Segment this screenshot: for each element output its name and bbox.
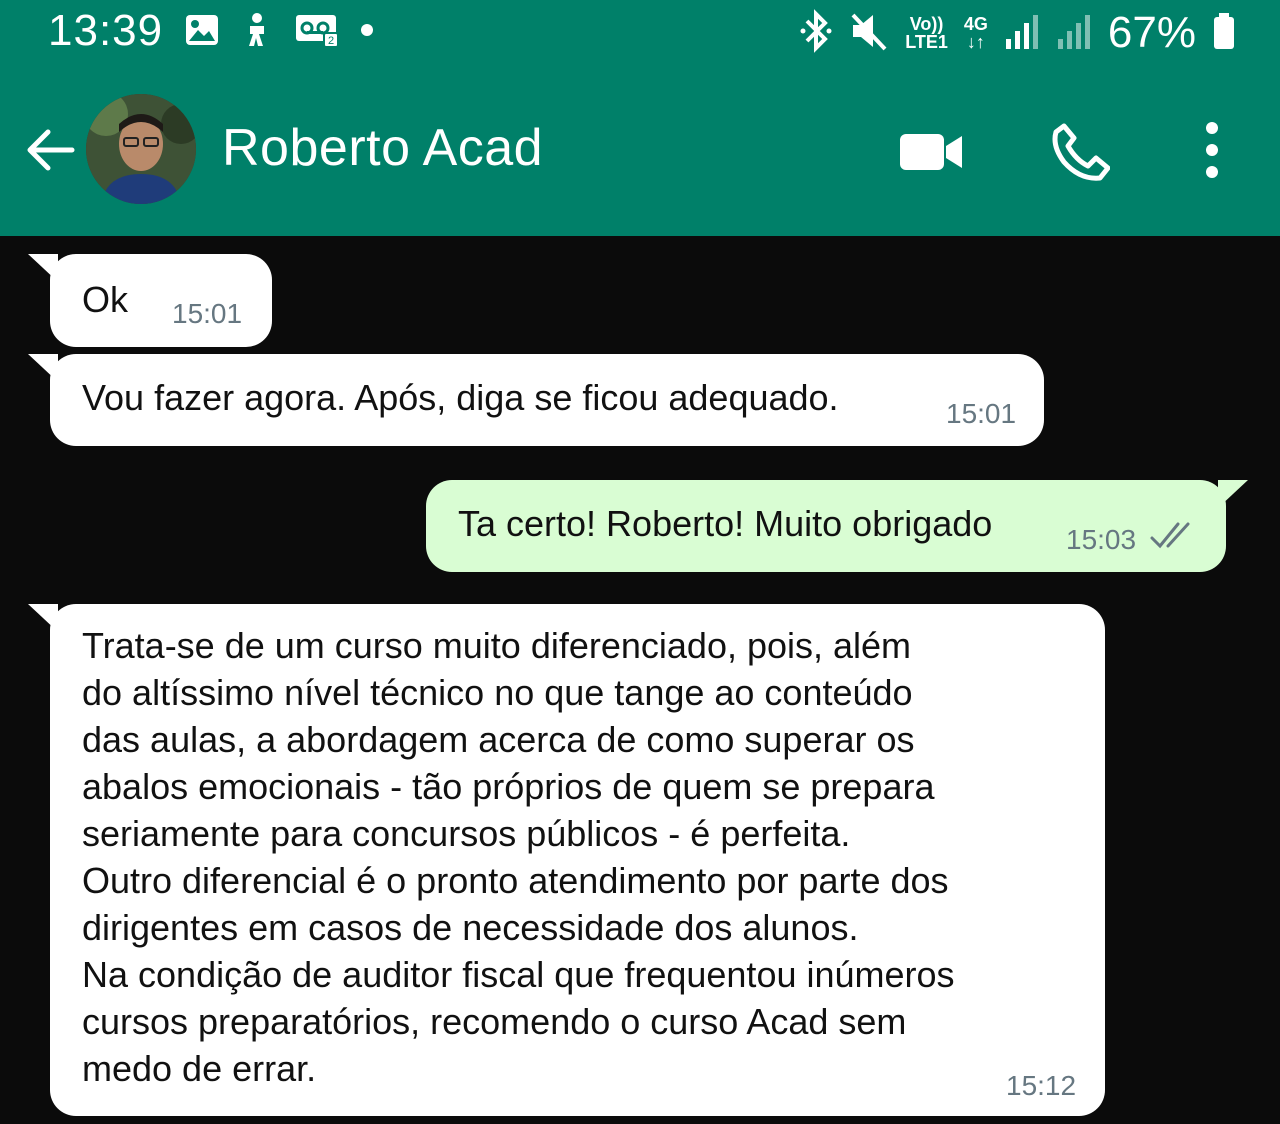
battery-percent: 67% bbox=[1107, 8, 1196, 57]
network-indicator: 4G ↓↑ bbox=[964, 15, 988, 51]
back-arrow-icon[interactable] bbox=[22, 122, 78, 183]
more-options-icon[interactable] bbox=[1192, 120, 1232, 185]
message-line: do altíssimo nível técnico no que tange … bbox=[82, 672, 913, 713]
volte-indicator: Vo)) LTE1 bbox=[905, 15, 948, 51]
message-time: 15:01 bbox=[946, 398, 1017, 429]
status-bar: 13:39 2 Vo)) LTE1 4G ↓↑ 67% bbox=[0, 0, 1280, 66]
bubble-tail bbox=[1218, 480, 1248, 508]
message-line: medo de errar. bbox=[82, 1048, 317, 1089]
message-line: seriamente para concursos públicos - é p… bbox=[82, 813, 851, 854]
message-time: 15:12 bbox=[1006, 1070, 1077, 1101]
whatsapp-chat-screen: 13:39 2 Vo)) LTE1 4G ↓↑ 67% Roberto Acad… bbox=[0, 0, 1280, 1124]
data-arrows-icon: ↓↑ bbox=[966, 32, 985, 52]
contact-name[interactable]: Roberto Acad bbox=[222, 118, 543, 178]
message-text: Ok bbox=[82, 279, 129, 320]
accessibility-icon bbox=[240, 12, 274, 53]
battery-icon bbox=[1212, 11, 1236, 56]
message-time: 15:03 bbox=[1066, 524, 1137, 555]
message-bubble[interactable]: Trata-se de um curso muito diferenciado,… bbox=[28, 604, 1105, 1116]
message-line: Trata-se de um curso muito diferenciado,… bbox=[82, 625, 912, 666]
bubble-tail bbox=[28, 604, 58, 632]
message-line: Na condição de auditor fiscal que freque… bbox=[82, 954, 955, 995]
mute-icon bbox=[849, 9, 889, 58]
message-text-long: Trata-se de um curso muito diferenciado,… bbox=[82, 622, 1062, 1092]
system-status-icons: Vo)) LTE1 4G ↓↑ 67% bbox=[799, 8, 1236, 58]
message-text: Ta certo! Roberto! Muito obrigado bbox=[458, 503, 993, 544]
message-time: 15:01 bbox=[172, 298, 243, 329]
chat-header: Roberto Acad bbox=[0, 66, 1280, 236]
avatar[interactable] bbox=[86, 94, 196, 204]
message-line: das aulas, a abordagem acerca de como su… bbox=[82, 719, 915, 760]
message-line: dirigentes em casos de necessidade dos a… bbox=[82, 907, 859, 948]
message-bubble-sent[interactable]: Ta certo! Roberto! Muito obrigado 15:03 bbox=[426, 480, 1248, 572]
voicemail-icon: 2 bbox=[294, 13, 340, 52]
lte-label: LTE1 bbox=[905, 32, 948, 52]
signal-icon-2 bbox=[1056, 11, 1092, 56]
message-bubble[interactable]: Ok 15:01 bbox=[28, 254, 272, 347]
bluetooth-icon bbox=[799, 8, 833, 58]
read-receipt-icon bbox=[1148, 520, 1200, 557]
message-bubble[interactable]: Vou fazer agora. Após, diga se ficou ade… bbox=[28, 354, 1044, 446]
message-line: abalos emocionais - tão próprios de quem… bbox=[82, 766, 935, 807]
message-text: Vou fazer agora. Após, diga se ficou ade… bbox=[82, 377, 839, 418]
phone-call-icon[interactable] bbox=[1050, 122, 1111, 187]
message-line: cursos preparatórios, recomendo o curso … bbox=[82, 1001, 907, 1042]
status-time: 13:39 bbox=[48, 6, 164, 55]
signal-icon bbox=[1004, 11, 1040, 56]
notification-icons: 2 bbox=[184, 12, 374, 53]
bubble-tail bbox=[28, 254, 58, 282]
message-list[interactable]: Ok 15:01 Vou fazer agora. Após, diga se … bbox=[0, 236, 1280, 1124]
gallery-icon bbox=[184, 13, 220, 52]
dot-icon bbox=[360, 23, 374, 42]
volte-label: Vo)) bbox=[909, 14, 944, 34]
message-line: Outro diferencial é o pronto atendimento… bbox=[82, 860, 949, 901]
video-call-icon[interactable] bbox=[898, 130, 964, 179]
bubble-tail bbox=[28, 354, 58, 382]
svg-text:2: 2 bbox=[328, 35, 334, 47]
network-label: 4G bbox=[963, 14, 988, 34]
